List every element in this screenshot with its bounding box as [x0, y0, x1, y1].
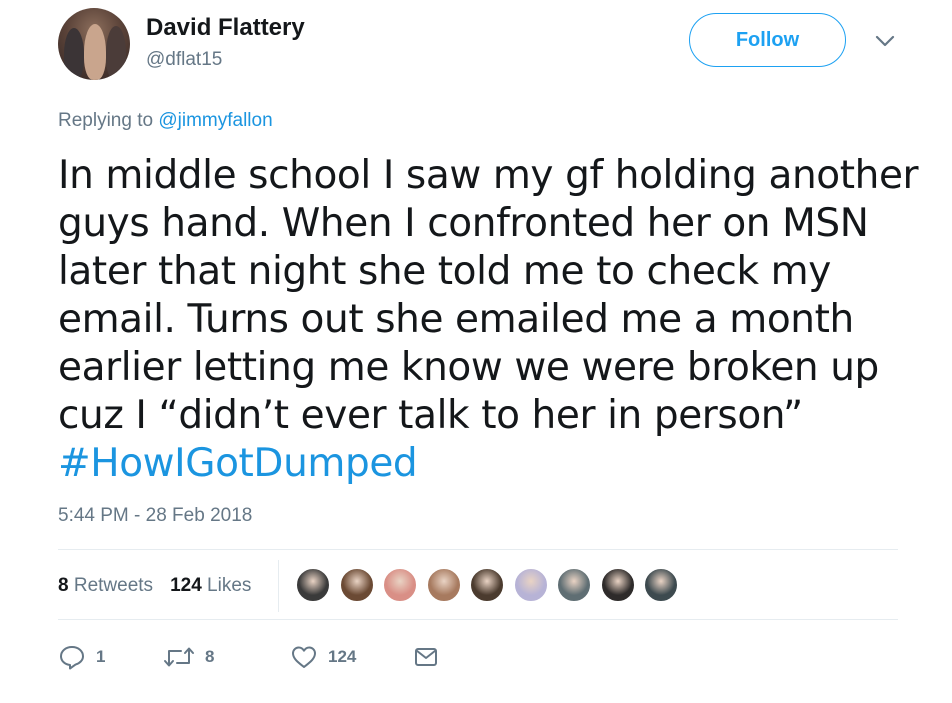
- replying-to-label: Replying to: [58, 110, 154, 131]
- author-handle[interactable]: @dflat15: [146, 49, 222, 71]
- liker-avatar-6[interactable]: [513, 568, 548, 602]
- reply-count: 1: [96, 647, 106, 666]
- tweet-text-line: guys hand. When I confronted her on MSN: [58, 201, 869, 246]
- liker-avatars: [296, 568, 688, 604]
- hashtag-link[interactable]: #HowIGotDumped: [58, 440, 908, 488]
- tweet-text-line: earlier letting me know we were broken u…: [58, 345, 879, 390]
- tweet-text-line: cuz I “didn’t ever talk to her in person…: [58, 393, 803, 438]
- liker-avatar-2[interactable]: [339, 568, 374, 602]
- author-avatar[interactable]: [58, 8, 130, 80]
- retweets-label: Retweets: [73, 575, 154, 596]
- avatar-figure: [84, 24, 106, 80]
- liker-avatar-1[interactable]: [296, 568, 330, 602]
- tweet-card: David Flattery @dflat15 Follow Replying …: [0, 0, 952, 703]
- likes-stat-link[interactable]: 124 Likes: [170, 575, 251, 597]
- retweets-stat-link[interactable]: 8 Retweets: [58, 575, 153, 597]
- heart-icon: [290, 644, 318, 670]
- tweet-timestamp[interactable]: 5:44 PM - 28 Feb 2018: [58, 505, 252, 527]
- replying-to-line: Replying to @jimmyfallon: [58, 110, 273, 132]
- avatar-figure: [64, 28, 84, 80]
- liker-avatar-5[interactable]: [470, 568, 504, 602]
- reply-icon: [58, 644, 86, 670]
- follow-button[interactable]: Follow: [689, 13, 846, 67]
- liker-avatar-9[interactable]: [644, 568, 678, 602]
- tweet-text: In middle school I saw my gf holding ano…: [58, 152, 919, 488]
- reply-mention-link[interactable]: @jimmyfallon: [158, 110, 272, 131]
- liker-avatar-4[interactable]: [426, 568, 461, 602]
- likes-count: 124: [170, 575, 202, 596]
- stats-separator: [278, 560, 279, 612]
- avatar-figure: [106, 26, 126, 80]
- liker-avatar-7[interactable]: [557, 568, 591, 602]
- tweet-text-line: later that night she told me to check my: [58, 249, 831, 294]
- tweet-stats: 8 Retweets 124 Likes: [58, 570, 268, 602]
- retweet-count: 8: [205, 647, 215, 666]
- divider: [58, 549, 898, 550]
- liker-avatar-3[interactable]: [383, 568, 417, 602]
- retweet-icon: [163, 645, 195, 669]
- envelope-icon: [413, 646, 439, 668]
- direct-message-button[interactable]: [413, 646, 439, 668]
- author-display-name[interactable]: David Flattery: [146, 14, 305, 42]
- tweet-text-line: In middle school I saw my gf holding ano…: [58, 153, 919, 198]
- likes-label: Likes: [207, 575, 252, 596]
- liker-avatar-8[interactable]: [600, 568, 635, 602]
- like-button[interactable]: 124: [290, 644, 413, 670]
- like-count: 124: [328, 647, 357, 666]
- divider: [58, 619, 898, 620]
- reply-button[interactable]: 1: [58, 644, 163, 670]
- tweet-actions: 1 8 124: [58, 640, 439, 674]
- retweets-count: 8: [58, 575, 69, 596]
- retweet-button[interactable]: 8: [163, 645, 290, 669]
- tweet-text-line: email. Turns out she emailed me a month: [58, 297, 854, 342]
- chevron-down-icon[interactable]: [873, 32, 897, 50]
